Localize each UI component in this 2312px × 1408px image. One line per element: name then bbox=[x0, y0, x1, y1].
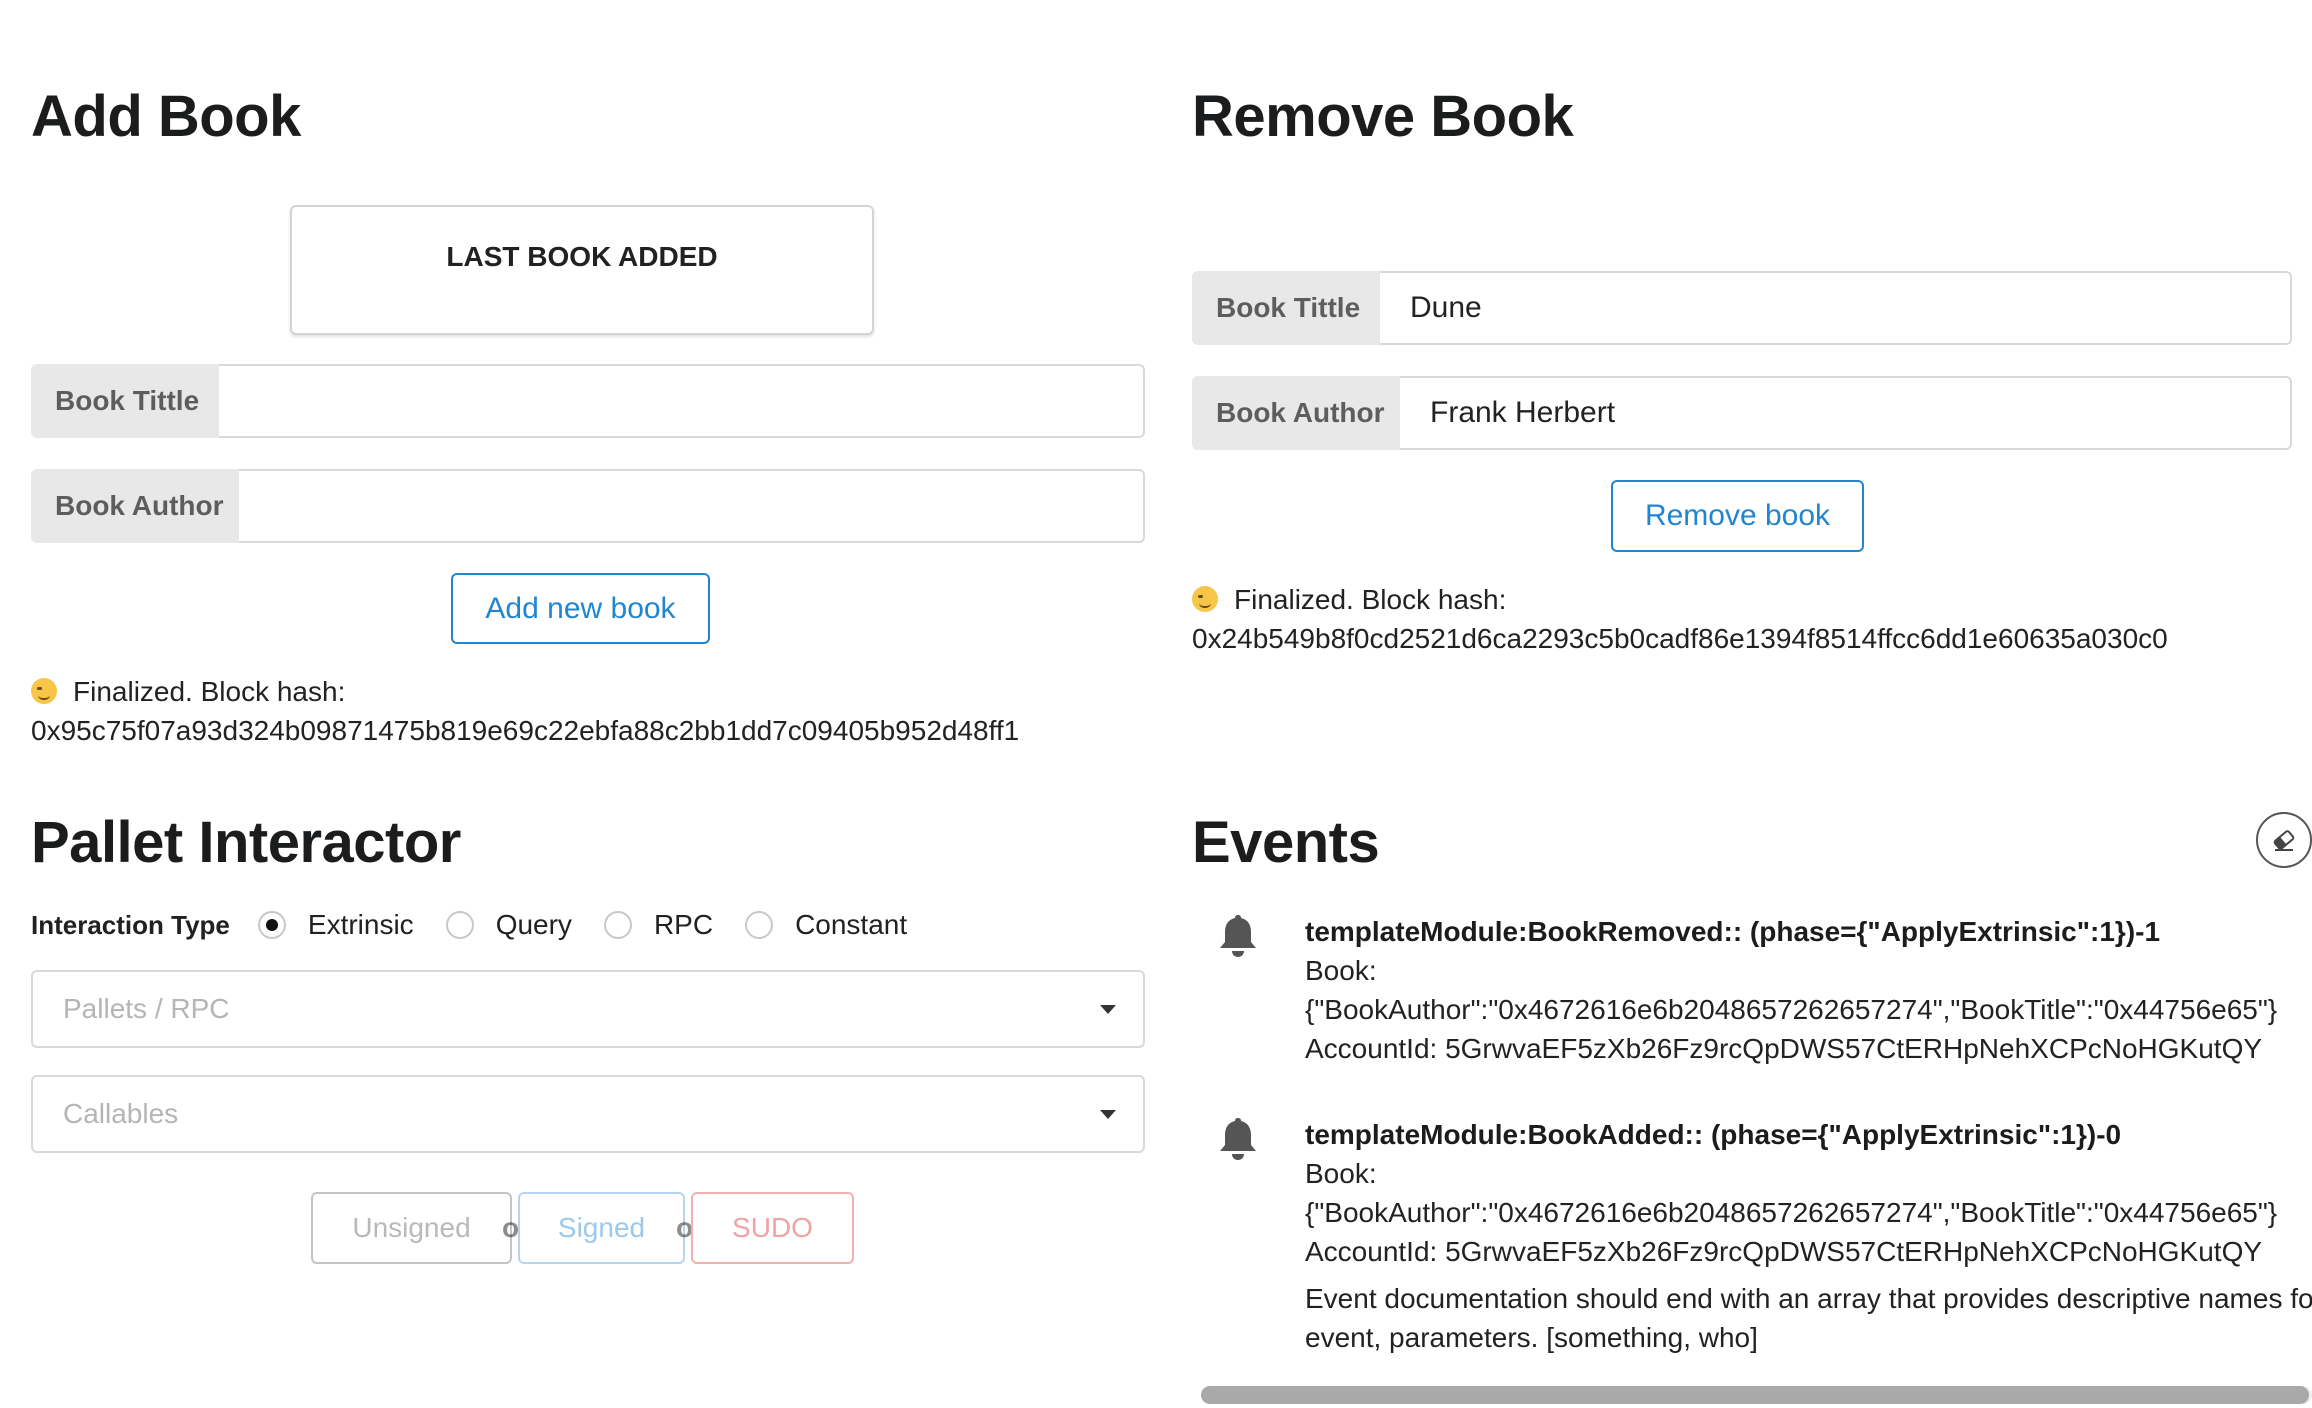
event-book-label: Book: bbox=[1305, 955, 1377, 986]
event-title: templateModule:BookAdded:: (phase={"Appl… bbox=[1305, 1119, 2122, 1150]
add-new-book-button[interactable]: Add new book bbox=[451, 573, 710, 644]
remove-book-status-hash: 0x24b549b8f0cd2521d6ca2293c5b0cadf86e139… bbox=[1192, 623, 2168, 654]
radio-rpc-circle[interactable] bbox=[603, 911, 632, 939]
event-book-data: {"BookAuthor":"0x4672616e6b2048657262657… bbox=[1305, 1197, 2278, 1228]
remove-book-heading: Remove Book bbox=[1192, 84, 1574, 149]
sudo-button[interactable]: SUDO bbox=[691, 1192, 854, 1264]
event-book-label: Book: bbox=[1305, 1158, 1377, 1189]
caret-down-icon bbox=[1100, 1005, 1116, 1014]
interaction-type-label: Interaction Type bbox=[31, 909, 230, 940]
add-book-title-field: Book Tittle bbox=[31, 364, 1145, 438]
remove-book-title-input[interactable]: Dune bbox=[1380, 271, 2292, 345]
add-book-status: Finalized. Block hash: 0x95c75f07a93d324… bbox=[31, 672, 1019, 750]
radio-extrinsic-circle[interactable] bbox=[257, 911, 286, 939]
radio-query-circle[interactable] bbox=[445, 911, 474, 939]
event-account-id: AccountId: 5GrwvaEF5zXb26Fz9rcQpDWS57CtE… bbox=[1305, 1236, 2263, 1267]
winking-face-icon bbox=[1192, 586, 1218, 612]
remove-book-author-label: Book Author bbox=[1192, 376, 1400, 450]
interaction-type-group: Interaction Type Extrinsic Query RPC Con… bbox=[31, 905, 939, 945]
add-book-title-label: Book Tittle bbox=[31, 364, 219, 438]
add-book-status-hash: 0x95c75f07a93d324b09871475b819e69c22ebfa… bbox=[31, 715, 1020, 746]
eraser-icon bbox=[2273, 830, 2295, 851]
scrollbar-thumb[interactable] bbox=[1201, 1386, 2309, 1404]
event-title: templateModule:BookRemoved:: (phase={"Ap… bbox=[1305, 916, 2161, 947]
add-book-heading: Add Book bbox=[31, 84, 301, 149]
radio-query-label: Query bbox=[495, 909, 572, 940]
remove-book-button[interactable]: Remove book bbox=[1611, 480, 1864, 552]
add-book-title-input[interactable] bbox=[219, 364, 1145, 438]
event-account-id: AccountId: 5GrwvaEF5zXb26Fz9rcQpDWS57CtE… bbox=[1305, 1033, 2263, 1064]
events-heading: Events bbox=[1192, 810, 1380, 875]
add-book-author-input[interactable] bbox=[239, 469, 1145, 543]
pallets-rpc-placeholder: Pallets / RPC bbox=[63, 993, 230, 1024]
winking-face-icon bbox=[31, 678, 57, 704]
radio-constant[interactable]: Constant bbox=[745, 909, 907, 941]
event-item: templateModule:BookAdded:: (phase={"Appl… bbox=[1201, 1115, 2312, 1375]
add-book-author-field: Book Author bbox=[31, 469, 1145, 543]
event-documentation: Event documentation should end with an a… bbox=[1305, 1283, 2312, 1353]
event-item: templateModule:BookRemoved:: (phase={"Ap… bbox=[1201, 912, 2312, 1072]
radio-rpc-label: RPC bbox=[653, 909, 714, 940]
clear-events-button[interactable] bbox=[2256, 812, 2312, 868]
remove-book-status: Finalized. Block hash: 0x24b549b8f0cd252… bbox=[1192, 580, 2168, 658]
radio-extrinsic[interactable]: Extrinsic bbox=[257, 909, 414, 941]
radio-constant-label: Constant bbox=[795, 909, 908, 940]
radio-query[interactable]: Query bbox=[445, 909, 572, 941]
add-book-status-prefix: Finalized. Block hash: bbox=[73, 676, 346, 707]
event-book-data: {"BookAuthor":"0x4672616e6b2048657262657… bbox=[1305, 994, 2278, 1025]
bell-icon bbox=[1220, 915, 1256, 957]
caret-down-icon bbox=[1100, 1110, 1116, 1119]
remove-book-title-field: Book Tittle Dune bbox=[1192, 271, 2292, 345]
callables-placeholder: Callables bbox=[63, 1098, 179, 1129]
pallet-interactor-heading: Pallet Interactor bbox=[31, 810, 461, 875]
remove-book-title-label: Book Tittle bbox=[1192, 271, 1380, 345]
bell-icon bbox=[1220, 1118, 1256, 1160]
radio-rpc[interactable]: RPC bbox=[603, 909, 714, 941]
remove-book-author-input[interactable]: Frank Herbert bbox=[1400, 376, 2292, 450]
remove-book-status-prefix: Finalized. Block hash: bbox=[1234, 584, 1507, 615]
remove-book-author-field: Book Author Frank Herbert bbox=[1192, 376, 2292, 450]
last-book-added-title: LAST BOOK ADDED bbox=[446, 241, 718, 272]
signed-button[interactable]: Signed bbox=[518, 1192, 685, 1264]
unsigned-button[interactable]: Unsigned bbox=[311, 1192, 512, 1264]
radio-constant-circle[interactable] bbox=[745, 911, 774, 939]
events-horizontal-scrollbar[interactable] bbox=[1201, 1386, 2312, 1404]
last-book-added-card: LAST BOOK ADDED bbox=[290, 205, 874, 335]
pallets-rpc-dropdown[interactable]: Pallets / RPC bbox=[31, 970, 1145, 1048]
radio-extrinsic-label: Extrinsic bbox=[307, 909, 414, 940]
callables-dropdown[interactable]: Callables bbox=[31, 1075, 1145, 1153]
add-book-author-label: Book Author bbox=[31, 469, 239, 543]
